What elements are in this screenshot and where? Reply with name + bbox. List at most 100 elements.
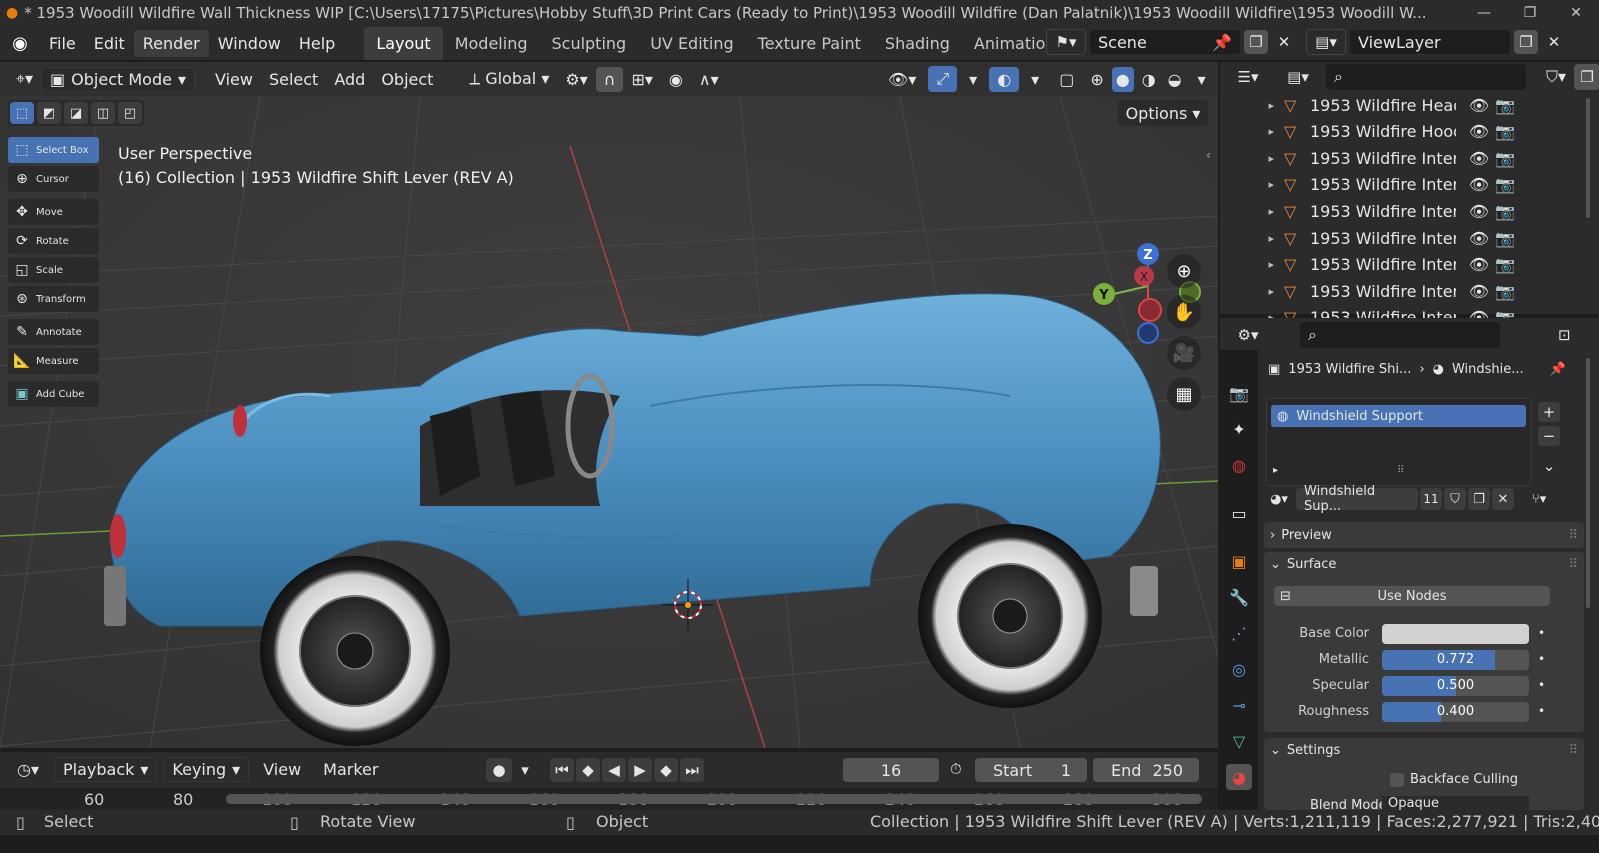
tool-transform[interactable]: ⊛ Transform	[8, 286, 99, 312]
world-tab-icon[interactable]: ◍	[1226, 452, 1252, 478]
outliner-scrollbar[interactable]	[1586, 98, 1590, 218]
outliner-row[interactable]: ▸▽ 1953 Wildfire Interic 👁📷	[1220, 145, 1585, 171]
prev-keyframe-icon[interactable]: ◆	[576, 758, 600, 782]
expand-arrow-icon[interactable]: ▸	[1256, 232, 1284, 245]
visibility-eye-icon[interactable]: 👁	[1466, 175, 1492, 194]
object-tab-icon[interactable]: ▣	[1226, 548, 1252, 574]
rear-wheel[interactable]	[260, 556, 450, 746]
material-shading-icon[interactable]: ◑	[1138, 67, 1160, 92]
timeline-ruler[interactable]: 6080100120140160180200220240260280300	[0, 788, 1218, 810]
keying-dropdown[interactable]: Keying ▾	[163, 756, 250, 782]
drag-handle-icon[interactable]: ⠿	[1568, 557, 1584, 572]
3d-viewport[interactable]: Z X Y ⬚ ◩ ◪ ◫ ◰ Options ▾ User Perspecti…	[0, 96, 1218, 748]
record-icon[interactable]: ●	[486, 758, 512, 782]
tool-scale[interactable]: ◱ Scale	[8, 257, 99, 283]
view-layer-tab-icon[interactable]: ✦	[1226, 416, 1252, 442]
timeline-marker-menu[interactable]: Marker	[315, 757, 386, 782]
transform-orientation-dropdown[interactable]: ⟂ Global ▾	[461, 66, 557, 92]
tab-sculpting[interactable]: Sculpting	[539, 27, 638, 60]
backface-culling-toggle[interactable]: Backface Culling	[1390, 772, 1518, 787]
remove-slot-icon[interactable]: −	[1538, 426, 1560, 446]
visibility-eye-icon[interactable]: 👁	[1466, 255, 1492, 274]
surface-header[interactable]: ⌄ Surface ⠿	[1264, 552, 1584, 576]
add-slot-icon[interactable]: +	[1538, 402, 1560, 422]
restore-button[interactable]: ❐	[1507, 5, 1553, 21]
pin-icon[interactable]: 📌	[1550, 362, 1566, 377]
pin-icon[interactable]: 📌	[1212, 33, 1232, 52]
render-camera-icon[interactable]: 📷	[1492, 175, 1518, 194]
tool-annotate[interactable]: ✎ Annotate	[8, 319, 99, 345]
outliner-row[interactable]: ▸▽ 1953 Wildfire Interic 👁📷	[1220, 172, 1585, 198]
gizmo-dropdown-icon[interactable]: ▾	[961, 67, 985, 92]
modifier-tab-icon[interactable]: 🔧	[1226, 584, 1252, 610]
zoom-icon[interactable]: ⊕	[1167, 254, 1201, 288]
visibility-eye-icon[interactable]: 👁	[1466, 202, 1492, 221]
timeline-editor-type-icon[interactable]: ◷▾	[8, 756, 48, 782]
material-slot-item[interactable]: ◍ Windshield Support	[1271, 405, 1526, 427]
render-tab-icon[interactable]: 📷	[1226, 380, 1252, 406]
tab-uv-editing[interactable]: UV Editing	[638, 27, 745, 60]
tool-select-box[interactable]: ⬚ Select Box	[8, 137, 99, 163]
menu-render[interactable]: Render	[133, 29, 209, 57]
pan-hand-icon[interactable]: ✋	[1167, 295, 1201, 329]
fake-user-icon[interactable]: ⛉	[1444, 488, 1466, 510]
visibility-eye-icon[interactable]: 👁	[1466, 282, 1492, 301]
render-camera-icon[interactable]: 📷	[1492, 149, 1518, 168]
tab-modeling[interactable]: Modeling	[443, 27, 540, 60]
outliner-row[interactable]: ▸▽ 1953 Wildfire Interic 👁📷	[1220, 252, 1585, 278]
render-camera-icon[interactable]: 📷	[1492, 255, 1518, 274]
render-camera-icon[interactable]: 📷	[1492, 96, 1518, 115]
start-frame-field[interactable]: Start 1	[975, 758, 1087, 782]
playback-dropdown[interactable]: Playback ▾	[54, 756, 158, 782]
visibility-icon[interactable]: 👁▾	[880, 67, 924, 92]
tab-shading[interactable]: Shading	[873, 27, 962, 60]
expand-arrow-icon[interactable]: ▸	[1256, 152, 1284, 165]
minimize-button[interactable]: —	[1461, 5, 1507, 21]
material-tab-icon[interactable]: ◕	[1226, 764, 1252, 790]
menu-help[interactable]: Help	[290, 30, 344, 57]
outliner-row[interactable]: ▸▽ 1953 Wildfire Headli 👁📷	[1220, 92, 1585, 118]
current-frame-field[interactable]: 16	[843, 758, 939, 782]
expand-arrow-icon[interactable]: ▸	[1256, 178, 1284, 191]
tool-cursor[interactable]: ⊕ Cursor	[8, 166, 99, 192]
blender-menu-icon[interactable]: ◉	[0, 33, 40, 54]
tool-measure[interactable]: 📐 Measure	[8, 348, 99, 374]
auto-key-dropdown-icon[interactable]: ▾	[514, 758, 536, 782]
render-camera-icon[interactable]: 📷	[1492, 122, 1518, 141]
tool-move[interactable]: ✥ Move	[8, 199, 99, 225]
use-nodes-button[interactable]: ⊟ Use Nodes	[1274, 586, 1550, 606]
physics-tab-icon[interactable]: ◎	[1226, 656, 1252, 682]
outliner-search-input[interactable]: ⌕	[1326, 64, 1526, 90]
render-camera-icon[interactable]: 📷	[1492, 202, 1518, 221]
front-wheel[interactable]	[918, 524, 1102, 708]
delete-scene-icon[interactable]: ✕	[1272, 30, 1296, 54]
viewlayer-icon[interactable]: ▤▾	[1306, 29, 1346, 55]
visibility-eye-icon[interactable]: 👁	[1466, 229, 1492, 248]
drag-handle-icon[interactable]: ⠿	[1568, 743, 1584, 758]
render-camera-icon[interactable]: 📷	[1492, 229, 1518, 248]
preview-section[interactable]: › Preview ⠿	[1264, 522, 1584, 548]
viewlayer-field[interactable]: ViewLayer	[1350, 30, 1510, 54]
resize-handle-icon[interactable]: ⠿	[1397, 465, 1404, 476]
solid-shading-icon[interactable]: ●	[1111, 66, 1134, 92]
expand-arrow-icon[interactable]: ▸	[1256, 205, 1284, 218]
select-subtract-icon[interactable]: ◪	[64, 102, 88, 124]
expand-icon[interactable]: ▸	[1273, 465, 1278, 476]
jump-end-icon[interactable]: ⏭	[680, 758, 704, 782]
expand-arrow-icon[interactable]: ▸	[1256, 285, 1284, 298]
expand-arrow-icon[interactable]: ▸	[1256, 125, 1284, 138]
slot-specials-icon[interactable]: ⌄	[1538, 456, 1560, 476]
drag-handle-icon[interactable]: ⠿	[1568, 528, 1584, 543]
menu-view[interactable]: View	[207, 67, 261, 92]
wireframe-shading-icon[interactable]: ⊕	[1086, 67, 1107, 92]
tool-add-cube[interactable]: ▣ Add Cube	[8, 381, 99, 407]
keyframe-dot-icon[interactable]: •	[1538, 626, 1545, 640]
new-scene-icon[interactable]: ❐	[1244, 30, 1268, 54]
perspective-toggle-icon[interactable]: ▦	[1167, 377, 1201, 411]
timeline-scrollbar[interactable]	[226, 794, 1202, 804]
gizmo-toggle-icon[interactable]: ⤢	[928, 66, 958, 92]
roughness-slider[interactable]: 0.400	[1382, 702, 1529, 722]
tab-layout[interactable]: Layout	[364, 26, 443, 60]
snap-icon[interactable]: ∩	[595, 66, 624, 92]
timeline-view-menu[interactable]: View	[255, 757, 309, 782]
